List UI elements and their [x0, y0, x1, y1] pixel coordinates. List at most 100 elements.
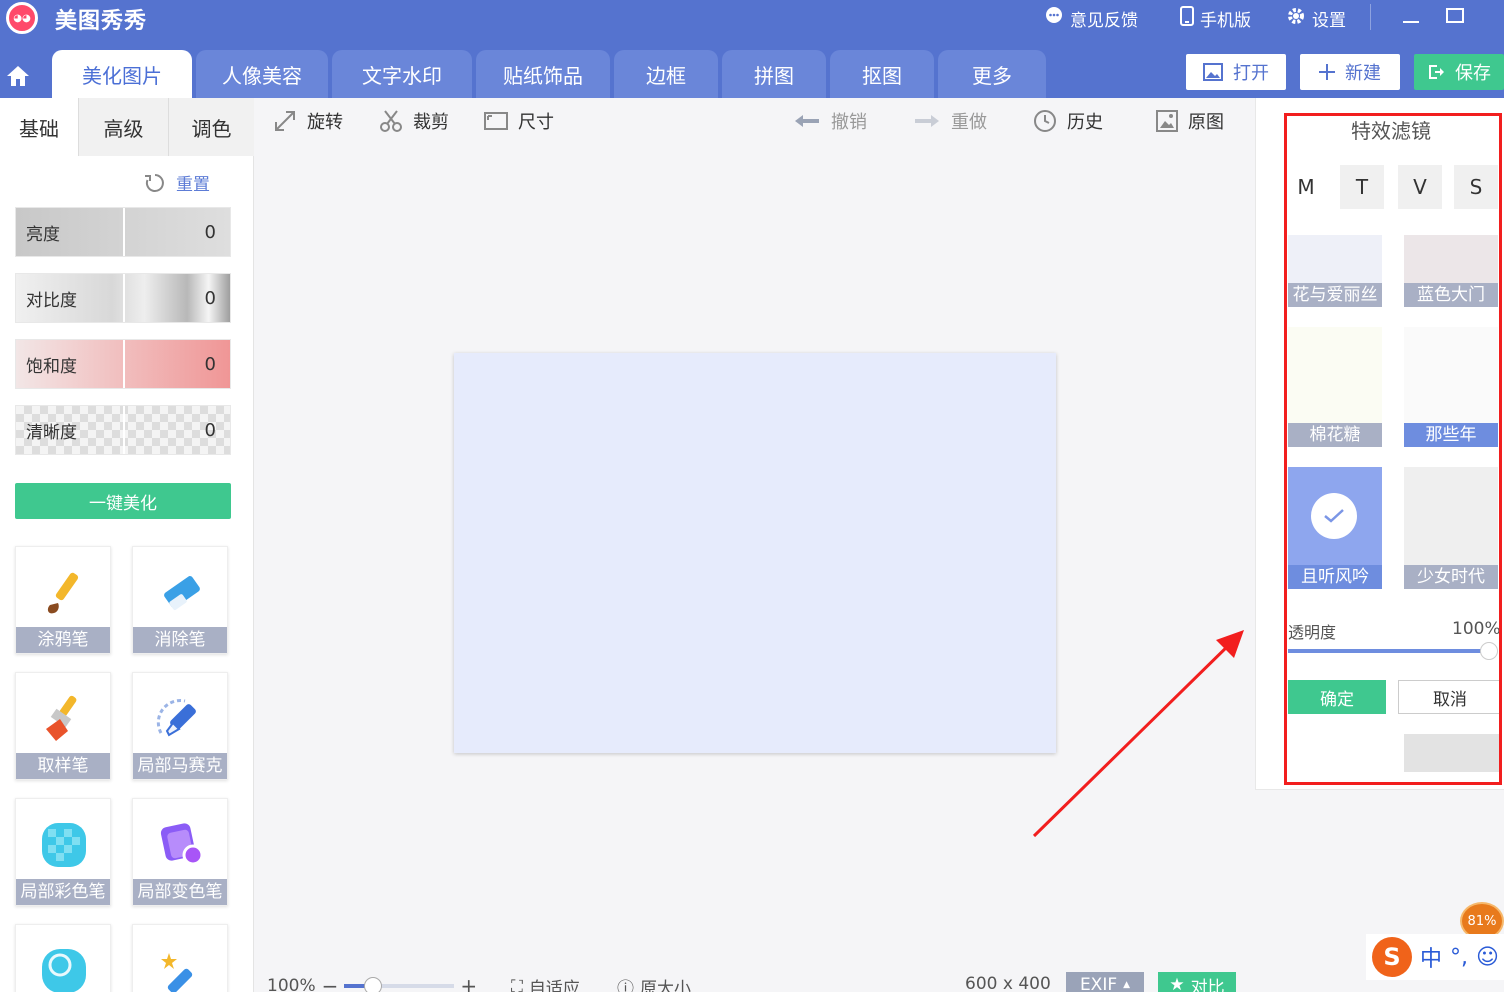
filter-category-t[interactable]: T — [1340, 165, 1384, 209]
tab-cutout[interactable]: 抠图 — [830, 50, 934, 98]
saturation-slider[interactable]: 饱和度 0 — [15, 339, 231, 389]
filter-category-m[interactable]: M — [1284, 165, 1328, 209]
rotate-button[interactable]: 旋转 — [273, 108, 343, 134]
panel-title: 特效滤镜 — [1351, 119, 1431, 143]
sharpness-value: 0 — [123, 406, 230, 454]
auto-beautify-button[interactable]: 一键美化 — [15, 483, 231, 519]
new-button[interactable]: 新建 — [1300, 54, 1400, 90]
arrow-right-icon — [915, 115, 939, 127]
exif-button[interactable]: EXIF ▲ — [1066, 972, 1144, 992]
sharpness-label: 清晰度 — [26, 422, 77, 443]
sharpness-slider[interactable]: 清晰度 0 — [15, 405, 231, 455]
reset-button[interactable]: 重置 — [144, 170, 210, 195]
tab-text-watermark[interactable]: 文字水印 — [332, 50, 472, 98]
zoom-out-icon[interactable]: − — [322, 974, 339, 992]
image-canvas[interactable] — [454, 353, 1056, 753]
title-divider — [1370, 4, 1371, 30]
filter-category-s[interactable]: S — [1454, 165, 1498, 209]
punctuation-icon[interactable]: °, — [1450, 945, 1468, 970]
clock-icon — [1034, 110, 1056, 132]
checkmark-icon — [1311, 493, 1357, 539]
cancel-button[interactable]: 取消 — [1398, 680, 1502, 714]
home-button[interactable] — [0, 56, 36, 96]
zoom-in-icon[interactable]: + — [460, 974, 477, 992]
fit-icon: ⛶ — [511, 976, 523, 992]
export-icon — [1429, 65, 1444, 79]
filter-item[interactable]: 那些年 — [1404, 327, 1498, 447]
app-logo: ◕◕ — [6, 2, 46, 34]
filter-item[interactable]: 蓝色大门 — [1404, 235, 1498, 307]
confirm-button[interactable]: 确定 — [1288, 680, 1386, 714]
paintbrush-icon — [38, 567, 90, 619]
save-button[interactable]: 保存 — [1414, 54, 1504, 90]
zoom-control[interactable]: 100% − + — [267, 974, 477, 992]
maximize-button[interactable] — [1440, 4, 1470, 32]
opacity-slider[interactable] — [1288, 649, 1490, 653]
tab-frames[interactable]: 边框 — [614, 50, 718, 98]
brightness-slider[interactable]: 亮度 0 — [15, 207, 231, 257]
contrast-slider[interactable]: 对比度 0 — [15, 273, 231, 323]
filter-item[interactable]: 花与爱丽丝 — [1288, 235, 1382, 307]
checker-blob-icon — [38, 819, 90, 871]
filter-item[interactable]: 少女时代 — [1404, 467, 1498, 589]
left-tool-row4-b[interactable] — [132, 924, 228, 992]
saturation-value: 0 — [123, 340, 230, 388]
opacity-value: 100% — [1452, 619, 1501, 639]
undo-button[interactable]: 撤销 — [793, 108, 867, 134]
history-button[interactable]: 历史 — [1033, 108, 1103, 134]
subtab-color[interactable]: 调色 — [168, 98, 254, 156]
image-icon — [1203, 63, 1223, 81]
unlabeled-button[interactable] — [1404, 734, 1502, 772]
eraser-icon — [155, 567, 207, 619]
phone-icon — [1180, 6, 1194, 31]
app-title: 美图秀秀 — [55, 9, 148, 34]
zoom-slider[interactable] — [344, 977, 455, 992]
subtab-advanced[interactable]: 高级 — [78, 98, 168, 156]
doodle-pen-tool[interactable]: 涂鸦笔 — [15, 546, 111, 654]
saturation-label: 饱和度 — [26, 356, 77, 377]
zoom-value: 100% — [267, 976, 316, 992]
zoom-slider-thumb[interactable] — [364, 977, 383, 992]
scissors-icon — [380, 110, 402, 132]
tab-collage[interactable]: 拼图 — [722, 50, 826, 98]
tab-more[interactable]: 更多 — [938, 50, 1046, 98]
tab-portrait[interactable]: 人像美容 — [196, 50, 328, 98]
emoji-icon[interactable]: ☺ — [1476, 945, 1499, 970]
ime-language[interactable]: 中 — [1420, 941, 1442, 973]
opacity-slider-thumb[interactable] — [1480, 642, 1498, 660]
crop-button[interactable]: 裁剪 — [379, 108, 449, 134]
open-button[interactable]: 打开 — [1186, 54, 1286, 90]
tab-beautify[interactable]: 美化图片 — [52, 50, 192, 98]
original-button[interactable]: 原图 — [1156, 108, 1224, 134]
size-button[interactable]: 尺寸 — [484, 108, 554, 134]
plus-icon — [1319, 64, 1335, 80]
minimize-button[interactable] — [1396, 4, 1426, 32]
subtab-basic[interactable]: 基础 — [0, 98, 78, 156]
paint-brush-wide-icon — [38, 693, 90, 745]
tab-stickers[interactable]: 贴纸饰品 — [476, 50, 610, 98]
eraser-pen-tool[interactable]: 消除笔 — [132, 546, 228, 654]
opacity-label: 透明度 — [1288, 623, 1337, 642]
mobile-version-button[interactable]: 手机版 — [1180, 6, 1251, 31]
picture-icon — [1156, 110, 1178, 132]
fit-button[interactable]: ⛶ 自适应 — [511, 974, 580, 992]
compare-button[interactable]: ★ 对比 — [1158, 972, 1236, 992]
local-recolor-pen-tool[interactable]: 局部变色笔 — [132, 798, 228, 906]
filter-item[interactable]: 棉花糖 — [1288, 327, 1382, 447]
sample-pen-tool[interactable]: 取样笔 — [15, 672, 111, 780]
filter-category-v[interactable]: V — [1398, 165, 1442, 209]
local-color-pen-tool[interactable]: 局部彩色笔 — [15, 798, 111, 906]
filter-item-selected[interactable]: 且听风吟 — [1288, 467, 1382, 589]
adjustment-panel: 基础 高级 调色 重置 亮度 0 对比度 0 饱和度 0 清晰度 0 一键美化 … — [0, 98, 254, 992]
fountain-pen-icon — [155, 693, 207, 745]
settings-button[interactable]: 设置 — [1286, 6, 1346, 31]
chat-bubble-icon — [1044, 6, 1064, 31]
left-tool-row4-a[interactable] — [15, 924, 111, 992]
brightness-label: 亮度 — [26, 224, 60, 245]
actual-size-button[interactable]: ⓘ 原大小 — [617, 974, 691, 992]
feedback-button[interactable]: 意见反馈 — [1044, 6, 1138, 31]
redo-button[interactable]: 重做 — [913, 108, 987, 134]
input-method-bar[interactable]: S 中 °, ☺ — [1366, 934, 1504, 980]
local-mosaic-tool[interactable]: 局部马赛克 — [132, 672, 228, 780]
maximize-icon — [1446, 8, 1464, 23]
